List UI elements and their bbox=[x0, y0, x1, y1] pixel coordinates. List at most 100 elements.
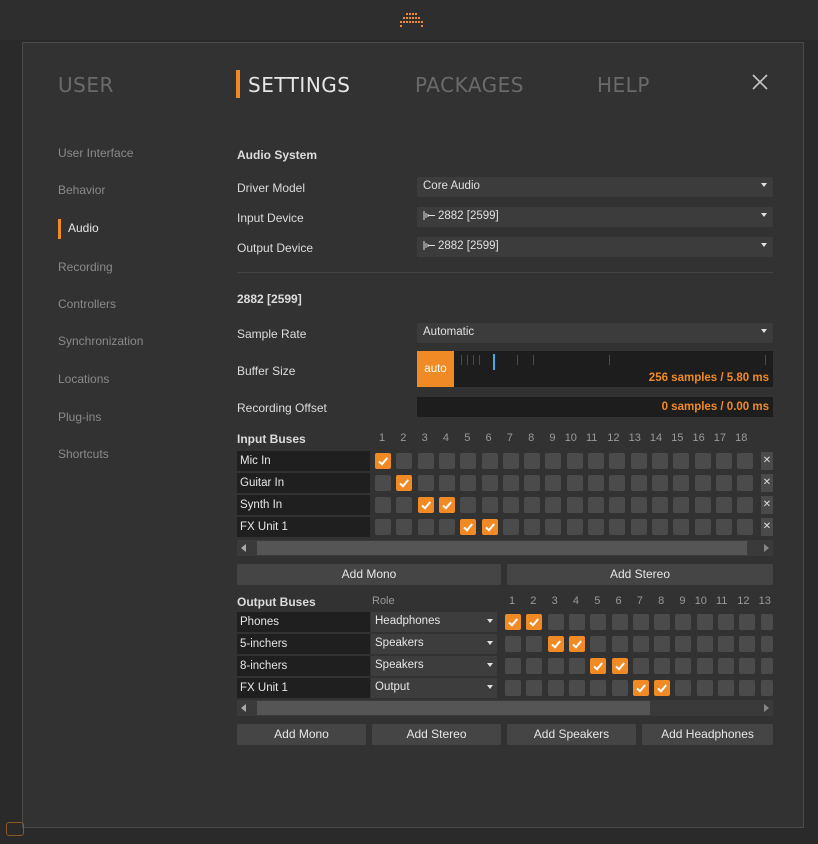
output-channel-checkbox[interactable] bbox=[654, 680, 671, 696]
input-device-select[interactable]: 2882 [2599] bbox=[417, 207, 773, 227]
input-channel-checkbox[interactable] bbox=[396, 453, 413, 469]
input-channel-checkbox[interactable] bbox=[417, 453, 434, 469]
output-channel-checkbox[interactable] bbox=[632, 636, 649, 652]
scroll-left-icon[interactable] bbox=[241, 544, 246, 552]
input-bus-name[interactable]: FX Unit 1 bbox=[237, 517, 370, 537]
input-channel-checkbox[interactable] bbox=[481, 475, 498, 491]
output-channel-checkbox[interactable] bbox=[696, 636, 713, 652]
remove-bus-button[interactable]: ✕ bbox=[761, 474, 773, 492]
output-channel-checkbox[interactable] bbox=[739, 614, 756, 630]
output-channel-checkbox[interactable] bbox=[696, 614, 713, 630]
input-channel-checkbox[interactable] bbox=[438, 497, 455, 513]
output-channel-checkbox[interactable] bbox=[590, 658, 607, 674]
output-bus-name[interactable]: 8-inchers bbox=[237, 656, 370, 676]
input-channel-checkbox[interactable] bbox=[396, 497, 413, 513]
input-channel-checkbox[interactable] bbox=[609, 453, 626, 469]
scrollbar-thumb[interactable] bbox=[257, 541, 747, 555]
input-channel-checkbox[interactable] bbox=[588, 497, 604, 513]
input-channel-checkbox[interactable] bbox=[630, 475, 647, 491]
input-channel-checkbox[interactable] bbox=[715, 475, 732, 491]
input-channel-checkbox[interactable] bbox=[651, 497, 668, 513]
input-channel-checkbox[interactable] bbox=[524, 519, 541, 535]
input-channel-checkbox[interactable] bbox=[673, 497, 690, 513]
input-channel-checkbox[interactable] bbox=[566, 519, 583, 535]
input-channel-checkbox[interactable] bbox=[460, 497, 477, 513]
output-channel-checkbox[interactable] bbox=[654, 658, 671, 674]
sidebar-item-shortcuts[interactable]: Shortcuts bbox=[58, 447, 109, 461]
input-channel-checkbox[interactable] bbox=[694, 519, 711, 535]
input-channel-checkbox[interactable] bbox=[651, 475, 668, 491]
output-role-select[interactable]: Headphones bbox=[371, 612, 497, 632]
output-channel-checkbox[interactable] bbox=[675, 636, 692, 652]
remove-bus-button[interactable]: ✕ bbox=[761, 452, 773, 470]
output-channel-checkbox[interactable] bbox=[696, 658, 713, 674]
input-bus-name[interactable]: Mic In bbox=[237, 451, 370, 471]
output-channel-checkbox[interactable] bbox=[505, 658, 521, 674]
nav-packages[interactable]: PACKAGES bbox=[415, 73, 524, 97]
input-channel-checkbox[interactable] bbox=[737, 519, 754, 535]
output-channel-checkbox[interactable] bbox=[568, 614, 585, 630]
input-channel-checkbox[interactable] bbox=[438, 519, 455, 535]
input-channel-checkbox[interactable] bbox=[715, 453, 732, 469]
output-channel-checkbox[interactable] bbox=[696, 680, 713, 696]
output-channel-checkbox[interactable] bbox=[739, 636, 756, 652]
input-channel-checkbox[interactable] bbox=[481, 519, 498, 535]
output-channel-checkbox[interactable] bbox=[526, 680, 543, 696]
output-channel-checkbox[interactable] bbox=[547, 658, 564, 674]
add-mono-output-button[interactable]: Add Mono bbox=[237, 724, 366, 745]
input-channel-checkbox[interactable] bbox=[630, 497, 647, 513]
recording-offset-field[interactable]: 0 samples / 0.00 ms bbox=[417, 397, 773, 417]
output-channel-checkbox[interactable] bbox=[632, 614, 649, 630]
input-channel-checkbox[interactable] bbox=[545, 475, 562, 491]
output-channel-checkbox[interactable] bbox=[526, 658, 543, 674]
output-role-select[interactable]: Output bbox=[371, 678, 497, 698]
input-channel-checkbox[interactable] bbox=[673, 475, 690, 491]
input-channel-checkbox[interactable] bbox=[673, 519, 690, 535]
output-channel-checkbox[interactable] bbox=[547, 614, 564, 630]
input-channel-checkbox[interactable] bbox=[438, 475, 455, 491]
output-role-select[interactable]: Speakers bbox=[371, 634, 497, 654]
input-channel-checkbox[interactable] bbox=[630, 453, 647, 469]
output-channel-checkbox[interactable] bbox=[718, 658, 734, 674]
output-role-select[interactable]: Speakers bbox=[371, 656, 497, 676]
buffer-handle[interactable] bbox=[493, 354, 495, 370]
output-channel-checkbox[interactable] bbox=[675, 680, 692, 696]
output-channel-checkbox[interactable] bbox=[632, 680, 649, 696]
input-channel-checkbox[interactable] bbox=[609, 475, 626, 491]
driver-model-select[interactable]: Core Audio bbox=[417, 177, 773, 197]
output-channel-checkbox[interactable] bbox=[568, 680, 585, 696]
input-channel-checkbox[interactable] bbox=[375, 519, 391, 535]
input-channel-checkbox[interactable] bbox=[694, 497, 711, 513]
output-channel-checkbox[interactable] bbox=[547, 636, 564, 652]
input-channel-checkbox[interactable] bbox=[375, 497, 391, 513]
input-channel-checkbox[interactable] bbox=[502, 519, 519, 535]
input-channel-checkbox[interactable] bbox=[502, 475, 519, 491]
input-channel-checkbox[interactable] bbox=[609, 519, 626, 535]
input-channel-checkbox[interactable] bbox=[566, 453, 583, 469]
input-channel-checkbox[interactable] bbox=[481, 497, 498, 513]
add-stereo-input-button[interactable]: Add Stereo bbox=[507, 564, 773, 585]
input-channel-checkbox[interactable] bbox=[545, 497, 562, 513]
input-channel-checkbox[interactable] bbox=[524, 453, 541, 469]
nav-help[interactable]: HELP bbox=[597, 73, 650, 97]
output-channel-checkbox[interactable] bbox=[654, 614, 671, 630]
input-channel-checkbox[interactable] bbox=[524, 475, 541, 491]
output-channel-checkbox[interactable] bbox=[760, 680, 773, 696]
buffer-auto-button[interactable]: auto bbox=[417, 351, 454, 387]
output-channel-checkbox[interactable] bbox=[611, 614, 628, 630]
sidebar-item-plug-ins[interactable]: Plug-ins bbox=[58, 410, 101, 424]
output-channel-checkbox[interactable] bbox=[526, 614, 543, 630]
output-channel-checkbox[interactable] bbox=[611, 658, 628, 674]
sample-rate-select[interactable]: Automatic bbox=[417, 323, 773, 343]
input-channel-checkbox[interactable] bbox=[460, 519, 477, 535]
input-channel-checkbox[interactable] bbox=[630, 519, 647, 535]
add-speakers-button[interactable]: Add Speakers bbox=[507, 724, 636, 745]
output-channel-checkbox[interactable] bbox=[718, 614, 734, 630]
output-buses-scrollbar[interactable] bbox=[237, 700, 773, 716]
input-channel-checkbox[interactable] bbox=[588, 453, 604, 469]
input-channel-checkbox[interactable] bbox=[651, 453, 668, 469]
scrollbar-thumb[interactable] bbox=[257, 701, 650, 715]
input-channel-checkbox[interactable] bbox=[545, 519, 562, 535]
scroll-right-icon[interactable] bbox=[764, 704, 769, 712]
input-channel-checkbox[interactable] bbox=[375, 453, 391, 469]
